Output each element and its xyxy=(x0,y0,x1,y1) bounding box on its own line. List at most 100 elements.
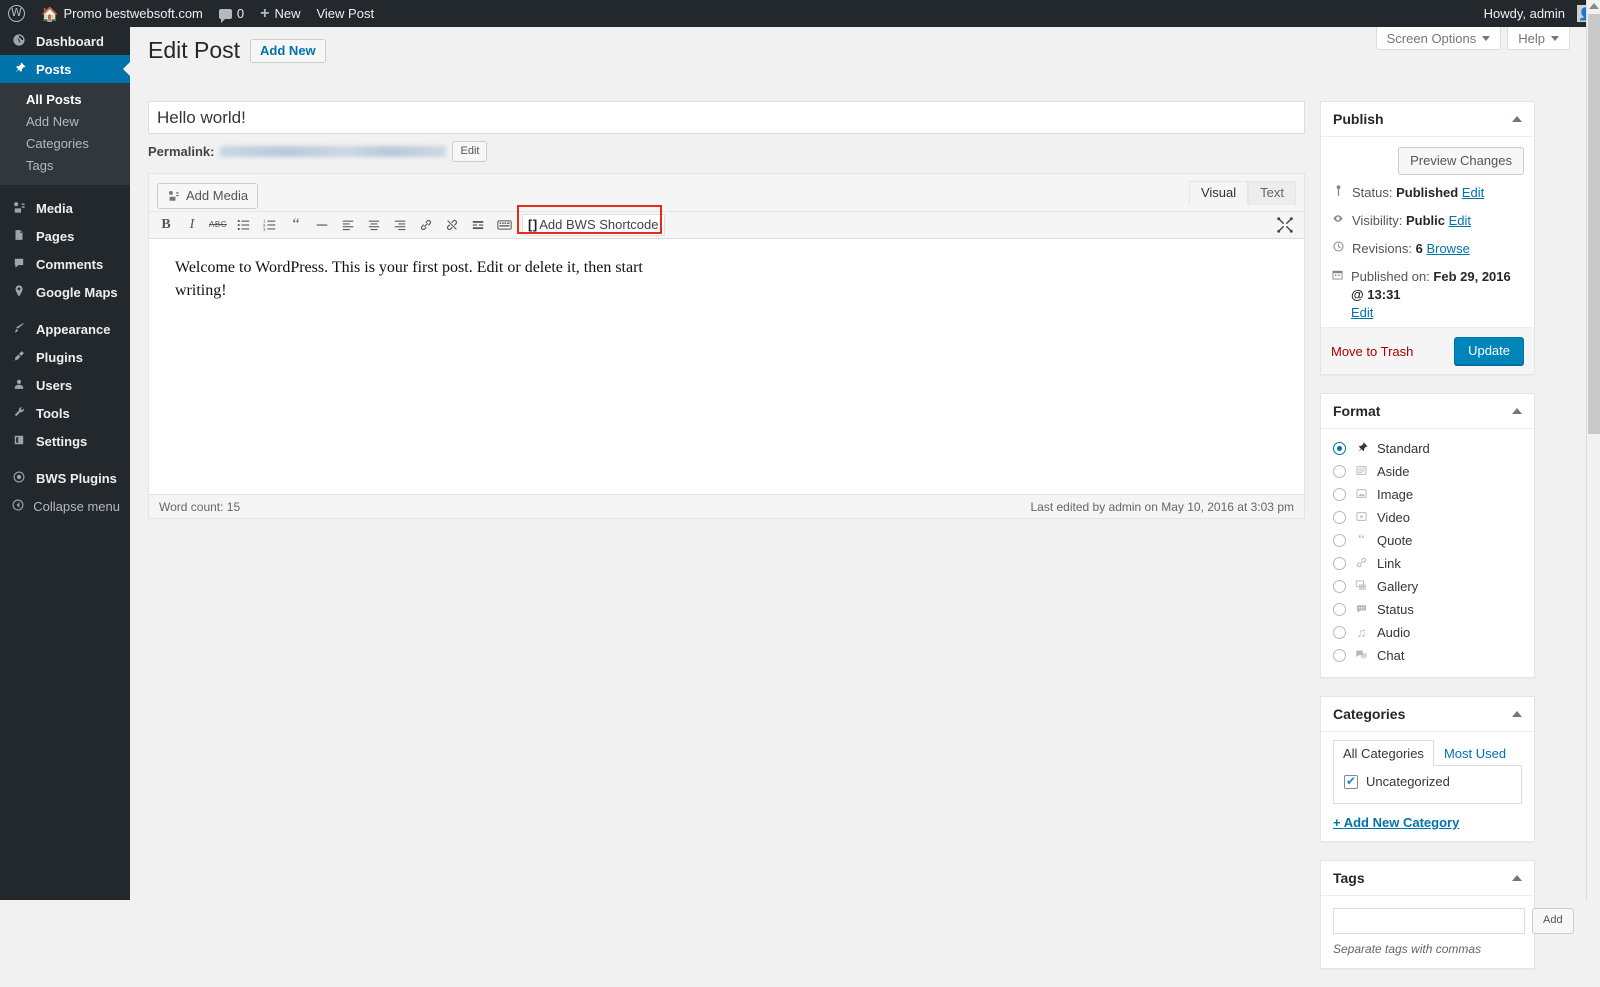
category-item-uncategorized[interactable]: Uncategorized xyxy=(1344,774,1511,789)
screen-options-button[interactable]: Screen Options xyxy=(1375,27,1502,50)
italic-icon[interactable]: I xyxy=(179,214,205,236)
wordpress-logo-button[interactable]: W xyxy=(0,0,33,27)
move-to-trash-link[interactable]: Move to Trash xyxy=(1331,344,1413,359)
comments-bubble-button[interactable]: 0 xyxy=(211,0,252,27)
howdy-label: Howdy, admin xyxy=(1483,6,1565,21)
radio-gallery[interactable] xyxy=(1333,580,1346,593)
blockquote-icon[interactable]: “ xyxy=(283,214,309,236)
bulleted-list-icon[interactable] xyxy=(231,214,257,236)
sidebar-item-tags[interactable]: Tags xyxy=(0,155,130,177)
sidebar-item-comments[interactable]: Comments xyxy=(0,250,130,278)
word-count-label: Word count: 15 xyxy=(159,499,241,514)
radio-chat[interactable] xyxy=(1333,649,1346,662)
chevron-up-icon[interactable] xyxy=(1512,408,1522,414)
sidebar-item-appearance[interactable]: Appearance xyxy=(0,315,130,343)
sidebar-item-posts[interactable]: Posts xyxy=(0,55,131,83)
sidebar-item-bws-plugins[interactable]: BWS Plugins xyxy=(0,464,130,492)
preview-changes-button[interactable]: Preview Changes xyxy=(1398,147,1524,175)
format-label: Aside xyxy=(1377,464,1410,479)
scrollbar-thumb[interactable] xyxy=(1588,14,1600,434)
sidebar-item-google-maps[interactable]: Google Maps xyxy=(0,278,130,306)
view-post-button[interactable]: View Post xyxy=(308,0,382,27)
chevron-up-icon[interactable] xyxy=(1512,875,1522,881)
tags-postbox: Tags Add Separate tags with commas xyxy=(1320,860,1574,969)
format-option-gallery[interactable]: Gallery xyxy=(1333,575,1522,598)
sidebar-item-all-posts[interactable]: All Posts xyxy=(0,89,130,111)
align-right-icon[interactable] xyxy=(387,214,413,236)
bold-icon[interactable]: B xyxy=(153,214,179,236)
site-name-button[interactable]: 🏠 Promo bestwebsoft.com xyxy=(33,0,211,27)
radio-aside[interactable] xyxy=(1333,465,1346,478)
edit-published-date-link[interactable]: Edit xyxy=(1351,304,1524,322)
editor-content-area[interactable]: Welcome to WordPress. This is your first… xyxy=(149,239,1304,494)
strikethrough-icon[interactable]: ABC xyxy=(205,214,231,236)
revisions-clock-icon xyxy=(1331,240,1345,258)
insert-link-icon[interactable] xyxy=(413,214,439,236)
update-button[interactable]: Update xyxy=(1454,337,1524,365)
sidebar-item-settings[interactable]: Settings xyxy=(0,427,130,455)
new-content-button[interactable]: + New xyxy=(252,0,308,27)
chevron-up-icon[interactable] xyxy=(1512,711,1522,717)
radio-standard[interactable] xyxy=(1333,442,1346,455)
edit-status-link[interactable]: Edit xyxy=(1462,185,1484,200)
format-option-image[interactable]: Image xyxy=(1333,483,1522,506)
format-option-link[interactable]: Link xyxy=(1333,552,1522,575)
radio-status[interactable] xyxy=(1333,603,1346,616)
editor-paragraph: Welcome to WordPress. This is your first… xyxy=(175,259,643,299)
sidebar-item-categories[interactable]: Categories xyxy=(0,133,130,155)
howdy-menu[interactable]: Howdy, admin 👤 xyxy=(1476,0,1594,27)
format-option-video[interactable]: Video xyxy=(1333,506,1522,529)
radio-audio[interactable] xyxy=(1333,626,1346,639)
scroll-up-arrow-icon[interactable] xyxy=(1589,3,1599,9)
align-left-icon[interactable] xyxy=(335,214,361,236)
permalink-url-redacted[interactable] xyxy=(220,146,447,157)
add-bws-shortcode-button[interactable]: [ ] Add BWS Shortcode xyxy=(522,214,665,236)
sidebar-item-collapse-menu[interactable]: Collapse menu xyxy=(0,492,130,520)
sidebar-item-add-new-post[interactable]: Add New xyxy=(0,111,130,133)
distraction-free-icon[interactable] xyxy=(1276,216,1296,236)
sidebar-item-dashboard[interactable]: Dashboard xyxy=(0,27,130,55)
tab-visual[interactable]: Visual xyxy=(1188,181,1249,205)
format-option-aside[interactable]: Aside xyxy=(1333,460,1522,483)
help-button[interactable]: Help xyxy=(1507,27,1570,50)
tab-text[interactable]: Text xyxy=(1248,181,1296,205)
format-option-chat[interactable]: Chat xyxy=(1333,644,1522,667)
format-option-audio[interactable]: ♫ Audio xyxy=(1333,621,1522,644)
sidebar-item-pages[interactable]: Pages xyxy=(0,222,130,250)
radio-link[interactable] xyxy=(1333,557,1346,570)
format-option-standard[interactable]: Standard xyxy=(1333,437,1522,460)
browse-revisions-link[interactable]: Browse xyxy=(1426,241,1469,256)
tab-all-categories[interactable]: All Categories xyxy=(1333,740,1434,766)
sidebar-item-users[interactable]: Users xyxy=(0,371,130,399)
dashboard-icon xyxy=(10,33,28,49)
format-option-quote[interactable]: “ Quote xyxy=(1333,529,1522,552)
read-more-icon[interactable] xyxy=(465,214,491,236)
sidebar-item-tools[interactable]: Tools xyxy=(0,399,130,427)
new-tag-input[interactable] xyxy=(1333,908,1525,934)
radio-quote[interactable] xyxy=(1333,534,1346,547)
edit-visibility-link[interactable]: Edit xyxy=(1449,213,1471,228)
add-new-post-button[interactable]: Add New xyxy=(250,38,326,63)
add-new-category-link[interactable]: + Add New Category xyxy=(1333,815,1522,830)
remove-link-icon[interactable] xyxy=(439,214,465,236)
add-tag-button[interactable]: Add xyxy=(1532,908,1574,934)
revisions-value: 6 xyxy=(1415,241,1423,256)
add-media-button[interactable]: Add Media xyxy=(157,183,259,209)
post-title-input[interactable] xyxy=(148,101,1305,134)
sidebar-item-media[interactable]: Media xyxy=(0,194,130,222)
chevron-up-icon[interactable] xyxy=(1512,116,1522,122)
checkbox-uncategorized[interactable] xyxy=(1344,774,1358,789)
page-scrollbar[interactable] xyxy=(1586,0,1600,900)
edit-permalink-button[interactable]: Edit xyxy=(452,141,488,162)
link-icon xyxy=(1354,556,1369,571)
horizontal-rule-icon[interactable] xyxy=(309,214,335,236)
toolbar-toggle-icon[interactable] xyxy=(491,214,517,236)
format-option-status[interactable]: Status xyxy=(1333,598,1522,621)
publish-major-actions: Move to Trash Update xyxy=(1321,327,1534,374)
radio-image[interactable] xyxy=(1333,488,1346,501)
radio-video[interactable] xyxy=(1333,511,1346,524)
sidebar-item-plugins[interactable]: Plugins xyxy=(0,343,130,371)
tab-most-used[interactable]: Most Used xyxy=(1434,740,1516,766)
numbered-list-icon[interactable]: 123 xyxy=(257,214,283,236)
align-center-icon[interactable] xyxy=(361,214,387,236)
